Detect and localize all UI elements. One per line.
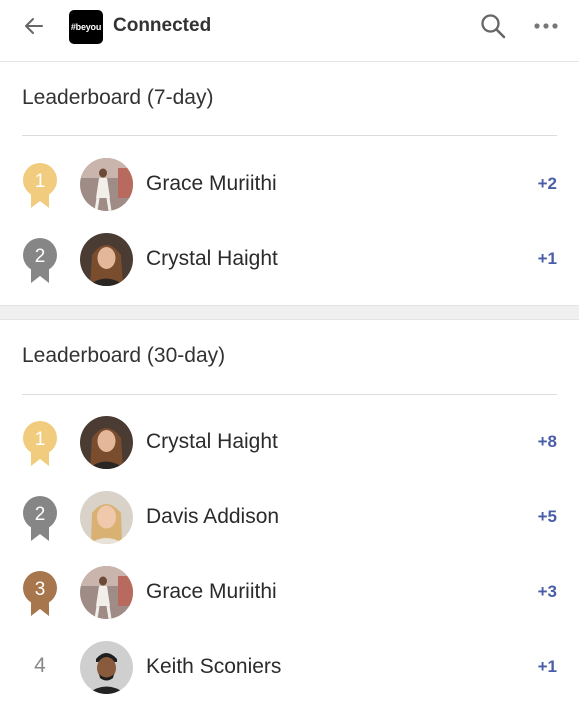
bronze-medal-icon: 3 xyxy=(23,571,57,616)
member-name: Grace Muriithi xyxy=(146,580,277,603)
group-logo: #beyou xyxy=(69,10,103,44)
svg-text:2: 2 xyxy=(35,504,46,525)
svg-text:3: 3 xyxy=(35,579,46,600)
svg-text:1: 1 xyxy=(35,171,46,192)
leaderboard-row[interactable]: 4 Keith Sconiers +1 xyxy=(0,630,579,705)
member-name: Crystal Haight xyxy=(146,247,278,270)
section-title: Leaderboard (7-day) xyxy=(22,86,214,109)
avatar xyxy=(80,491,133,544)
score: +1 xyxy=(537,657,557,676)
leaderboard-row[interactable]: 3 Grace Muriithi +3 xyxy=(0,555,579,630)
avatar xyxy=(80,158,133,211)
gold-medal-icon: 1 xyxy=(23,421,57,466)
member-name: Keith Sconiers xyxy=(146,655,282,678)
app-header: #beyou Connected xyxy=(0,0,579,62)
leaderboard-7-day: Leaderboard (7-day) 1 Grace Muriithi +2 … xyxy=(0,62,579,305)
leaderboard-30-day: Leaderboard (30-day) 1 Crystal Haight +8… xyxy=(0,320,579,705)
avatar xyxy=(80,641,133,694)
svg-text:2: 2 xyxy=(35,246,46,267)
score: +8 xyxy=(537,432,557,451)
member-name: Grace Muriithi xyxy=(146,172,277,195)
score: +1 xyxy=(537,249,557,268)
member-name: Davis Addison xyxy=(146,505,280,528)
svg-text:1: 1 xyxy=(35,429,46,450)
rank-number: 4 xyxy=(34,654,46,677)
score: +5 xyxy=(537,507,557,526)
gold-medal-icon: 1 xyxy=(23,163,57,208)
silver-medal-icon: 2 xyxy=(23,496,57,541)
avatar xyxy=(80,233,133,286)
more-options-icon[interactable] xyxy=(531,14,561,38)
page-title: Connected xyxy=(113,15,212,36)
search-icon[interactable] xyxy=(479,12,507,40)
section-separator xyxy=(0,305,579,320)
silver-medal-icon: 2 xyxy=(23,238,57,283)
back-arrow-icon[interactable] xyxy=(22,14,46,38)
section-title: Leaderboard (30-day) xyxy=(22,344,226,367)
leaderboard-row[interactable]: 2 Crystal Haight +1 xyxy=(0,222,579,297)
avatar xyxy=(80,566,133,619)
score: +3 xyxy=(537,582,557,601)
score: +2 xyxy=(537,174,557,193)
leaderboard-row[interactable]: 2 Davis Addison +5 xyxy=(0,480,579,555)
leaderboard-row[interactable]: 1 Crystal Haight +8 xyxy=(0,405,579,480)
member-name: Crystal Haight xyxy=(146,430,278,453)
avatar xyxy=(80,416,133,469)
leaderboard-row[interactable]: 1 Grace Muriithi +2 xyxy=(0,147,579,222)
